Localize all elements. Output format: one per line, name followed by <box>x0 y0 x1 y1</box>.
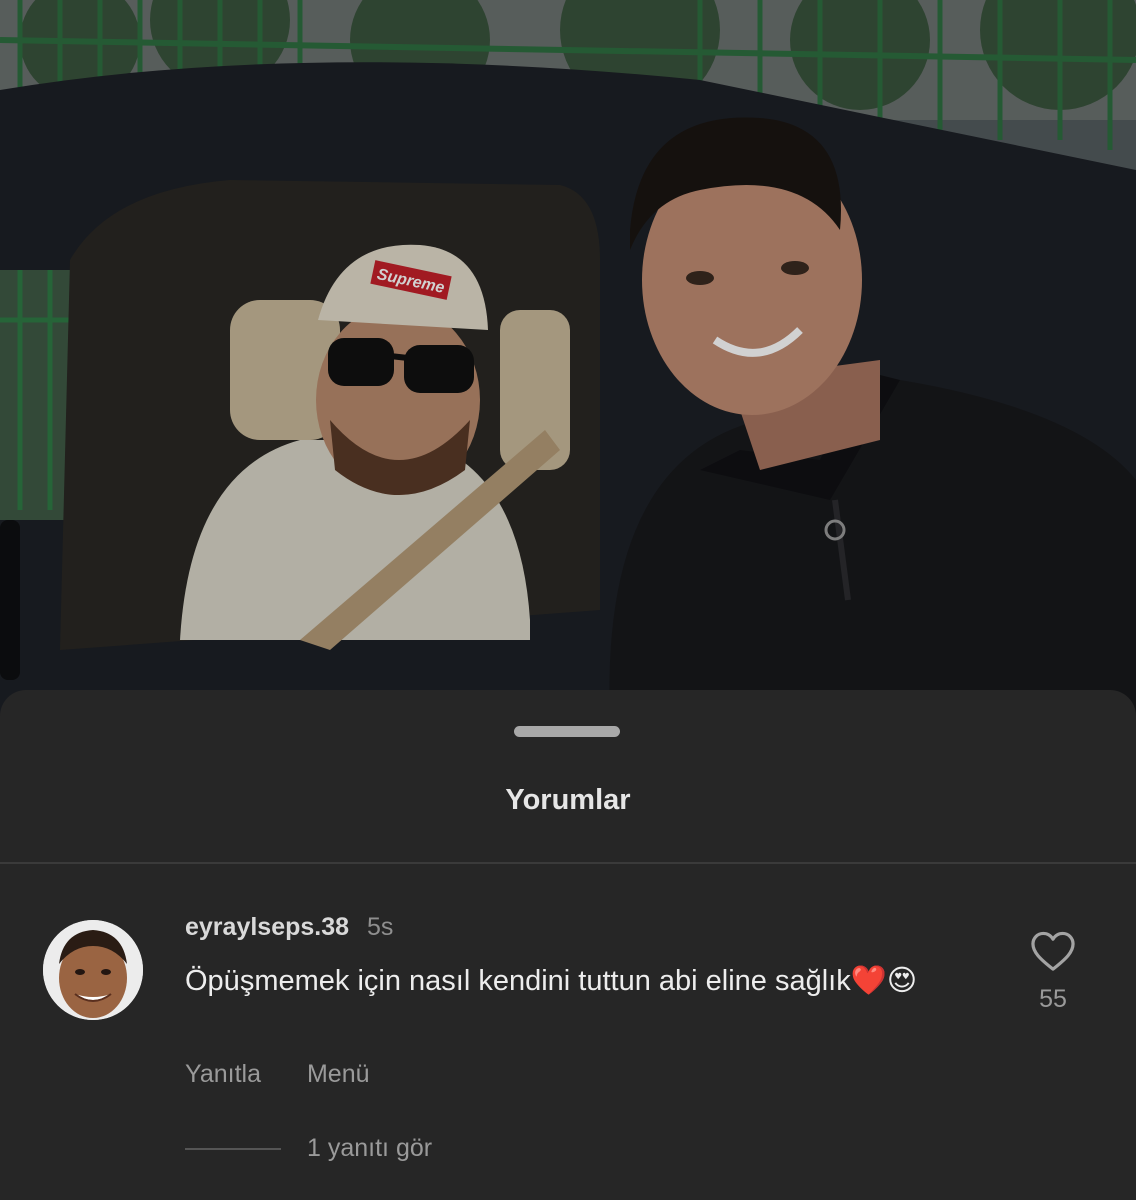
avatar-image <box>43 920 143 1020</box>
like-button[interactable]: 55 <box>1022 930 1084 1014</box>
sheet-title: Yorumlar <box>505 784 631 816</box>
menu-button[interactable]: Menü <box>307 1060 370 1088</box>
sheet-drag-handle[interactable] <box>514 726 620 737</box>
view-replies-label[interactable]: 1 yanıtı gör <box>307 1134 432 1162</box>
sheet-divider <box>0 862 1136 864</box>
view-replies[interactable]: 1 yanıtı gör <box>185 1134 432 1163</box>
comment-text: Öpüşmemek için nasıl kendini tuttun abi … <box>185 965 918 997</box>
comment-username[interactable]: eyraylseps.38 <box>185 913 349 941</box>
comments-sheet: Yorumlar eyraylseps.38 5s Öpüşmemek için … <box>0 690 1136 1200</box>
like-count: 55 <box>1039 985 1067 1013</box>
commenter-avatar[interactable] <box>43 920 143 1020</box>
comment-time: 5s <box>367 913 394 941</box>
replies-line <box>185 1148 281 1151</box>
heart-outline-icon <box>1031 931 1075 971</box>
photo-dim-overlay <box>0 0 1136 720</box>
reply-button[interactable]: Yanıtla <box>185 1060 261 1088</box>
comment-actions: Yanıtla Menü <box>185 1060 370 1089</box>
post-photo: Supreme <box>0 0 1136 720</box>
comment-header: eyraylseps.38 5s <box>185 913 393 942</box>
comments-screen: Supreme Yorumlar eyraylseps.38 5s Öpüşme… <box>0 0 1136 1200</box>
